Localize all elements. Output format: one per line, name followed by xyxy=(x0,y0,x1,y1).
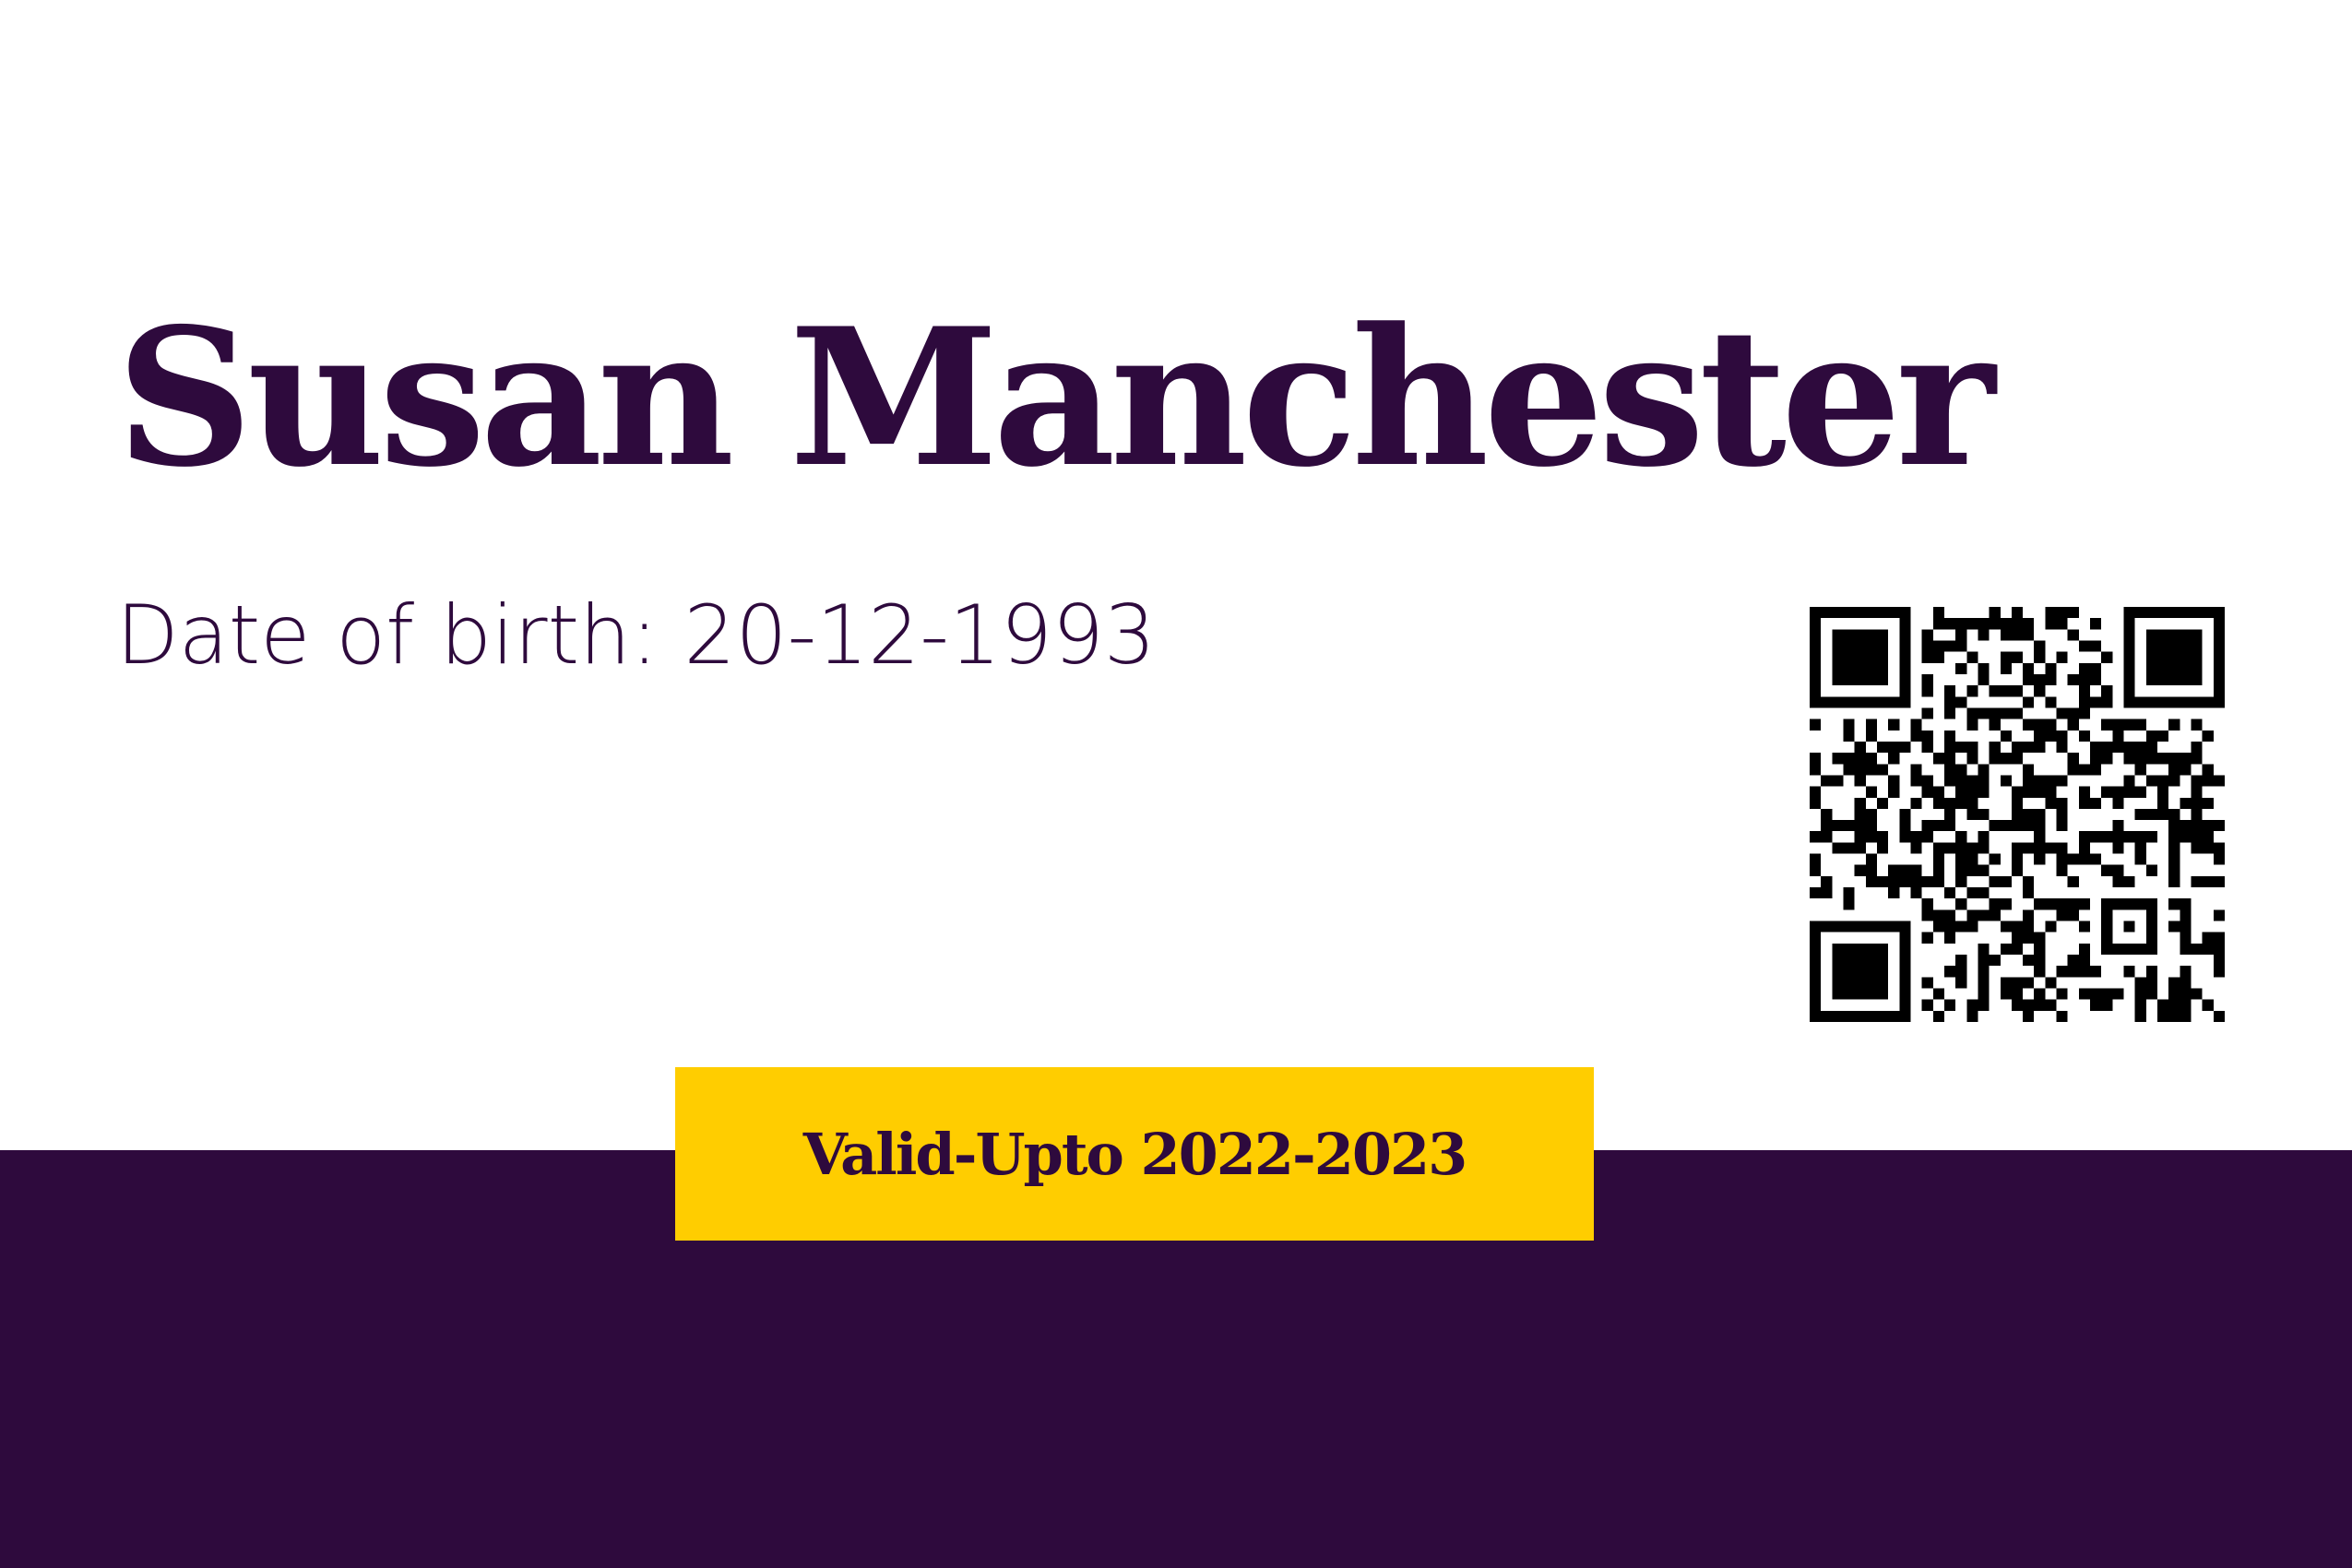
id-card: Susan Manchester Date of birth: 20-12-19… xyxy=(0,0,2352,1568)
date-of-birth: Date of birth: 20-12-1993 xyxy=(116,588,1156,683)
qr-code-icon xyxy=(1810,607,2225,1022)
validity-text: Valid-Upto 2022-2023 xyxy=(802,1120,1468,1188)
validity-badge: Valid-Upto 2022-2023 xyxy=(675,1067,1594,1241)
holder-name: Susan Manchester xyxy=(116,288,1995,509)
